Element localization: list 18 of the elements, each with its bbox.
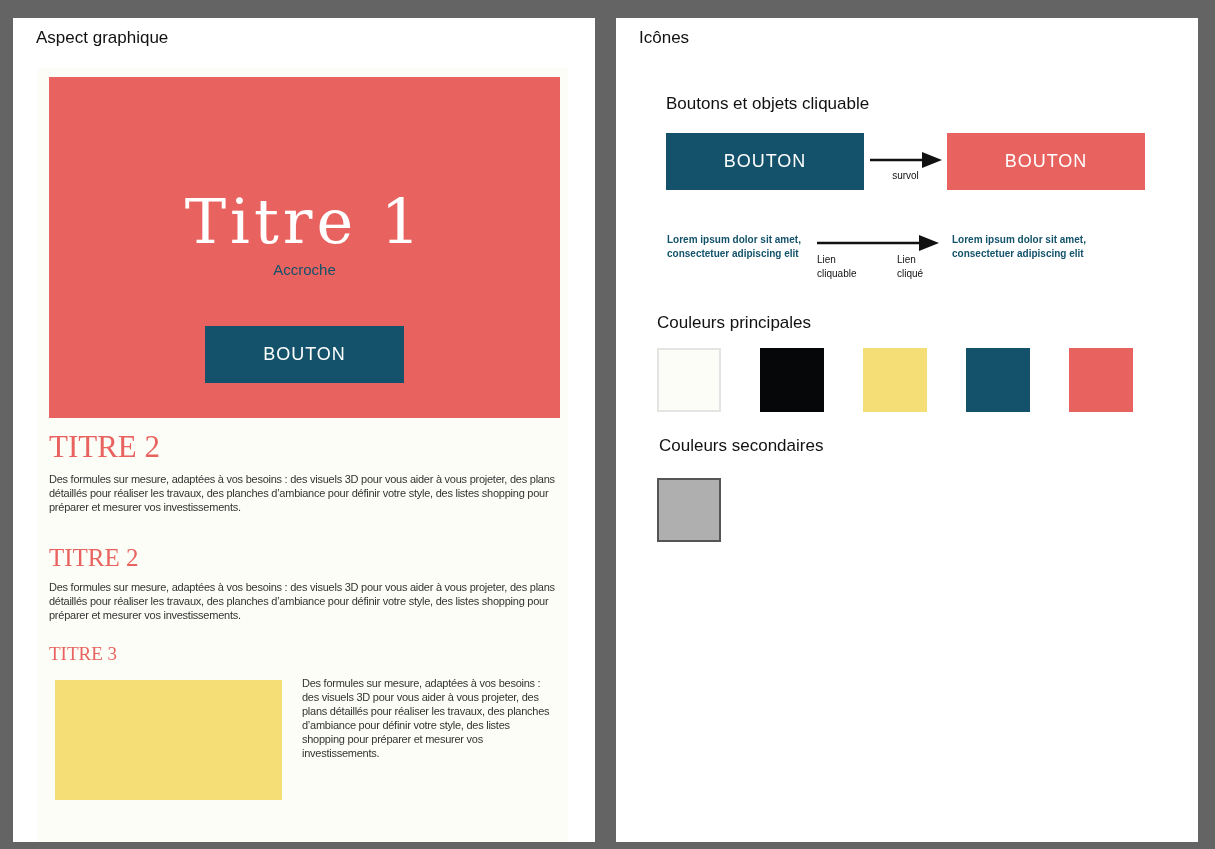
- section-heading: TITRE 2: [49, 544, 140, 572]
- section-heading: Boutons et objets cliquable: [666, 94, 871, 114]
- section-heading: TITRE 3: [49, 643, 119, 665]
- page-title: Aspect graphique: [35, 27, 170, 49]
- body-text: Des formules sur mesure, adaptées à vos besoins : des visuels 3D pour vous aider à vous projeter, des plans détaillés pour réaliser les travaux, des planches d’ambiance pour définir votre style, des listes shopping pour préparer et mesurer vos investissements.: [49, 579, 556, 622]
- body-text: Des formules sur mesure, adaptées à vos besoins : des visuels 3D pour vous aider à vous projeter, des plans détaillés pour réaliser les travaux, des planches d’ambiance pour définir votre style, des listes shopping pour préparer et mesurer vos investissements.: [302, 676, 550, 762]
- section-heading: Couleurs secondaires: [659, 436, 825, 456]
- hero-tagline: Accroche: [273, 261, 336, 278]
- section-heading: Couleurs principales: [657, 313, 813, 333]
- hero-title: Titre 1: [184, 185, 425, 259]
- arrow-label: survol: [892, 170, 919, 181]
- section-heading: TITRE 2: [49, 430, 162, 465]
- arrow-label: Lien cliquable: [817, 253, 858, 281]
- arrow-icon: [869, 150, 942, 170]
- body-text: Des formules sur mesure, adaptées à vos besoins : des visuels 3D pour vous aider à vous projeter, des plans détaillés pour réaliser les travaux, des planches d’ambiance pour définir votre style, des listes shopping pour préparer et mesurer vos investissements.: [49, 472, 556, 515]
- page-title: Icônes: [638, 27, 691, 49]
- arrow-icon: [817, 233, 939, 253]
- arrow-label: Lien cliqué: [897, 253, 925, 281]
